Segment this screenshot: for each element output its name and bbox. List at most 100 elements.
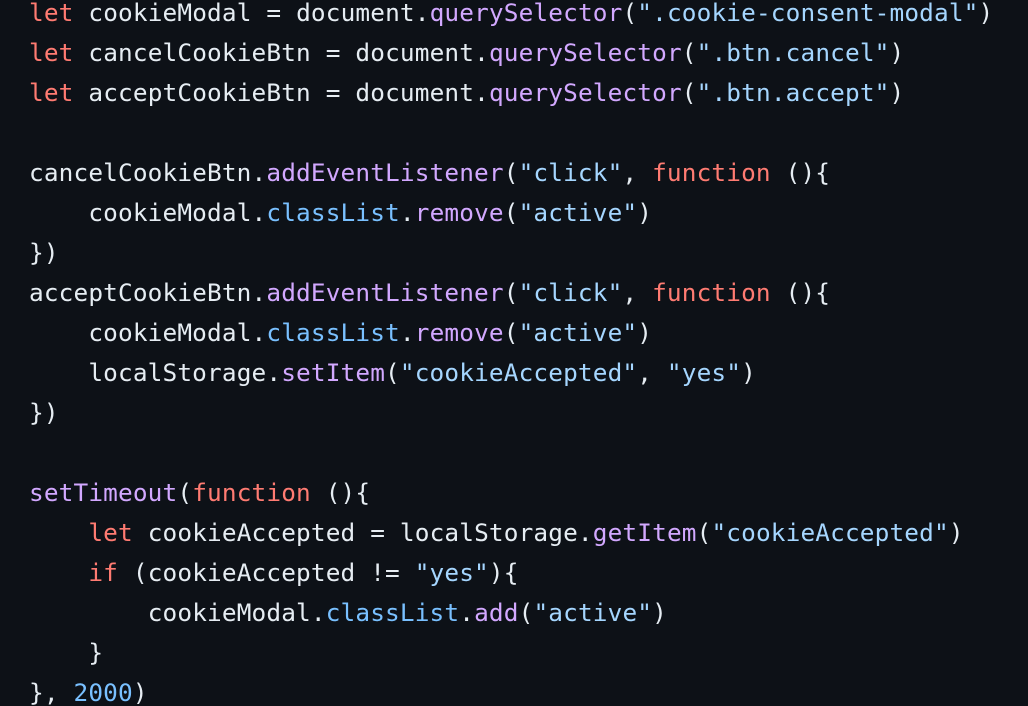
punctuation-token: ( [503,278,519,307]
keyword-token: let [29,0,74,27]
code-line[interactable] [29,113,993,153]
code-line[interactable]: cookieModal.classList.add("active") [29,593,993,633]
code-line[interactable]: if (cookieAccepted != "yes"){ [29,553,993,593]
string-literal-token: "cookieAccepted" [399,358,638,387]
punctuation-token [74,0,89,27]
code-line[interactable]: cookieModal.classList.remove("active") [29,313,993,353]
punctuation-token [29,198,88,227]
string-literal-token: ".cookie-consent-modal" [637,0,979,27]
punctuation-token [74,78,89,107]
function-name-token: addEventListener [266,278,504,307]
punctuation-token: ) [652,598,667,627]
punctuation-token: ( [503,158,519,187]
punctuation-token: . [266,358,282,387]
punctuation-token: ( [518,598,534,627]
punctuation-token: ( [385,358,400,387]
punctuation-token: . [474,38,489,67]
code-line[interactable]: let cookieModal = document.querySelector… [29,0,993,33]
punctuation-token [74,38,89,67]
function-name-token: addEventListener [266,158,504,187]
code-line[interactable]: localStorage.setItem("cookieAccepted", "… [29,353,993,393]
punctuation-token [29,318,88,347]
identifier-token: cookieAccepted [147,558,356,587]
function-name-token: querySelector [429,0,623,27]
code-line[interactable]: } [29,633,993,673]
punctuation-token: } [29,638,104,667]
function-name-token: add [474,598,519,627]
code-line[interactable]: let cookieAccepted = localStorage.getIte… [29,513,993,553]
punctuation-token: ( [118,558,148,587]
string-literal-token: "active" [518,318,638,347]
identifier-token: cookieModal [147,598,311,627]
punctuation-token: . [251,278,267,307]
function-name-token: getItem [592,518,697,547]
identifier-token: acceptCookieBtn [29,278,252,307]
punctuation-token: . [399,318,415,347]
punctuation-token: ( [177,478,193,507]
function-name-token: setTimeout [29,478,178,507]
punctuation-token: ( [681,38,697,67]
punctuation-token: , [622,278,653,307]
punctuation-token: ) [889,38,905,67]
string-literal-token: ".btn.accept" [696,78,890,107]
punctuation-token: . [251,158,267,187]
keyword-token: let [29,38,74,67]
code-line[interactable]: let cancelCookieBtn = document.querySele… [29,33,993,73]
property-token: classList [266,318,400,347]
punctuation-token: ( [503,198,519,227]
punctuation-token: ( [696,518,712,547]
punctuation-token: . [251,318,267,347]
identifier-token: acceptCookieBtn [88,78,311,107]
punctuation-token: ( [503,318,519,347]
punctuation-token: . [414,0,430,27]
keyword-token: function [652,278,771,307]
code-line[interactable]: }) [29,233,993,273]
function-name-token: remove [414,198,504,227]
function-name-token: querySelector [488,38,682,67]
punctuation-token: . [474,78,489,107]
string-literal-token: "yes" [666,358,742,387]
punctuation-token: . [399,198,415,227]
code-editor[interactable]: let cookieModal = document.querySelector… [0,0,1028,706]
code-block[interactable]: let cookieModal = document.querySelector… [29,0,993,706]
identifier-token: document [296,0,415,27]
code-line[interactable]: cookieModal.classList.remove("active") [29,193,993,233]
code-line[interactable] [29,433,993,473]
code-line[interactable]: }, 2000) [29,673,993,706]
code-line[interactable]: }) [29,393,993,433]
punctuation-token: , [622,158,653,187]
code-line[interactable]: cancelCookieBtn.addEventListener("click"… [29,153,993,193]
keyword-token: function [652,158,771,187]
property-token: classList [266,198,400,227]
string-literal-token: "active" [533,598,653,627]
identifier-token: cancelCookieBtn [88,38,311,67]
code-line[interactable]: setTimeout(function (){ [29,473,993,513]
keyword-token: function [192,478,311,507]
identifier-token: document [355,78,475,107]
punctuation-token [29,558,88,587]
code-line[interactable]: acceptCookieBtn.addEventListener("click"… [29,273,993,313]
punctuation-token [29,598,148,627]
string-literal-token: "active" [518,198,638,227]
string-literal-token: ".btn.cancel" [696,38,890,67]
identifier-token: cookieModal [88,318,252,347]
punctuation-token: }) [29,398,59,427]
identifier-token: localStorage [88,358,267,387]
identifier-token: localStorage [399,518,578,547]
keyword-token: let [88,518,133,547]
punctuation-token: = [310,38,356,67]
punctuation-token: . [577,518,593,547]
punctuation-token: . [251,198,267,227]
punctuation-token: ) [132,678,148,706]
identifier-token: cancelCookieBtn [29,158,252,187]
punctuation-token: ) [948,518,964,547]
punctuation-token: ( [622,0,638,27]
keyword-token: if [88,558,119,587]
string-literal-token: "yes" [414,558,489,587]
code-line[interactable]: let acceptCookieBtn = document.querySele… [29,73,993,113]
identifier-token: cookieAccepted [147,518,356,547]
punctuation-token: = [355,518,400,547]
identifier-token: cookieModal [88,0,252,27]
punctuation-token: ) [637,198,653,227]
punctuation-token: (){ [770,158,831,187]
